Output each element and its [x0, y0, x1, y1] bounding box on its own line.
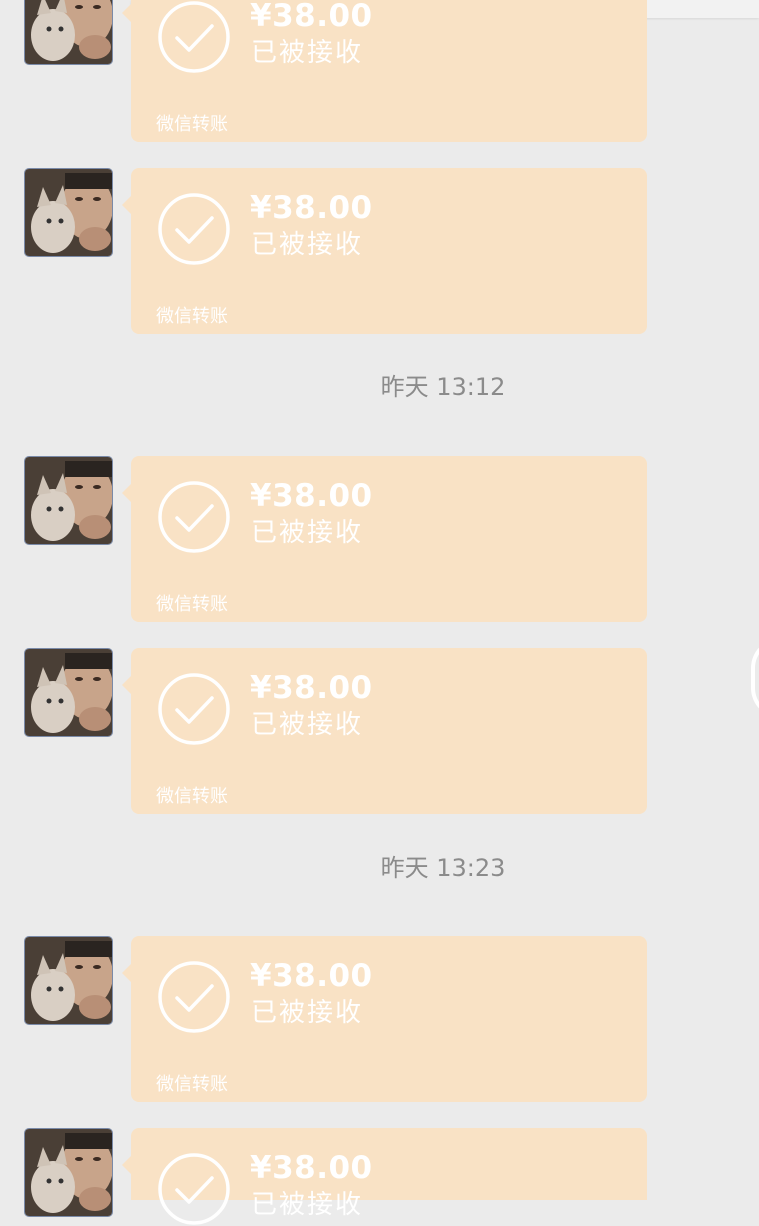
check-circle-icon	[158, 961, 230, 1033]
transfer-bubble[interactable]: ¥38.00 已被接收 微信转账	[122, 168, 647, 334]
transfer-bubble[interactable]: ¥38.00 已被接收	[122, 1128, 647, 1225]
transfer-status: 已被接收	[251, 230, 364, 260]
avatar-photo-icon	[25, 0, 112, 64]
chat-timestamp: 昨天 13:23	[380, 854, 506, 882]
floating-edge-handle[interactable]	[751, 638, 759, 718]
avatar-photo-icon	[25, 649, 112, 736]
transfer-bubble[interactable]: ¥38.00 已被接收 微信转账	[122, 936, 647, 1102]
avatar-photo-icon	[25, 1129, 112, 1216]
avatar-photo-icon	[25, 169, 112, 256]
check-circle-icon	[158, 1, 230, 73]
transfer-bubble[interactable]: ¥38.00 已被接收 微信转账	[122, 648, 647, 814]
avatar[interactable]	[24, 1128, 113, 1217]
transfer-label: 微信转账	[156, 306, 228, 327]
transfer-label: 微信转账	[156, 594, 228, 615]
transfer-amount: ¥38.00	[250, 670, 373, 706]
chat-message-list[interactable]: ¥38.00 已被接收 微信转账 ¥38.00 已被接收 微信转账 昨天 13:…	[0, 0, 759, 1225]
check-circle-icon	[158, 673, 230, 745]
transfer-label: 微信转账	[156, 786, 228, 807]
transfer-status: 已被接收	[251, 518, 364, 548]
transfer-label: 微信转账	[156, 114, 228, 135]
transfer-bubble[interactable]: ¥38.00 已被接收 微信转账	[122, 456, 647, 622]
transfer-label: 微信转账	[156, 1074, 228, 1095]
avatar[interactable]	[24, 936, 113, 1025]
transfer-amount: ¥38.00	[250, 190, 373, 226]
avatar[interactable]	[24, 0, 113, 65]
chat-timestamp: 昨天 13:12	[380, 373, 506, 401]
transfer-status: 已被接收	[251, 38, 364, 68]
transfer-amount: ¥38.00	[250, 478, 373, 514]
transfer-status: 已被接收	[251, 998, 364, 1028]
avatar[interactable]	[24, 648, 113, 737]
check-circle-icon	[158, 193, 230, 265]
check-circle-icon	[158, 481, 230, 553]
transfer-status: 已被接收	[251, 1190, 364, 1220]
avatar[interactable]	[24, 456, 113, 545]
transfer-amount: ¥38.00	[250, 1150, 373, 1186]
check-circle-icon	[158, 1153, 230, 1225]
transfer-amount: ¥38.00	[250, 0, 373, 34]
transfer-status: 已被接收	[251, 710, 364, 740]
avatar-photo-icon	[25, 457, 112, 544]
transfer-amount: ¥38.00	[250, 958, 373, 994]
avatar-photo-icon	[25, 937, 112, 1024]
avatar[interactable]	[24, 168, 113, 257]
transfer-bubble[interactable]: ¥38.00 已被接收 微信转账	[122, 0, 647, 142]
